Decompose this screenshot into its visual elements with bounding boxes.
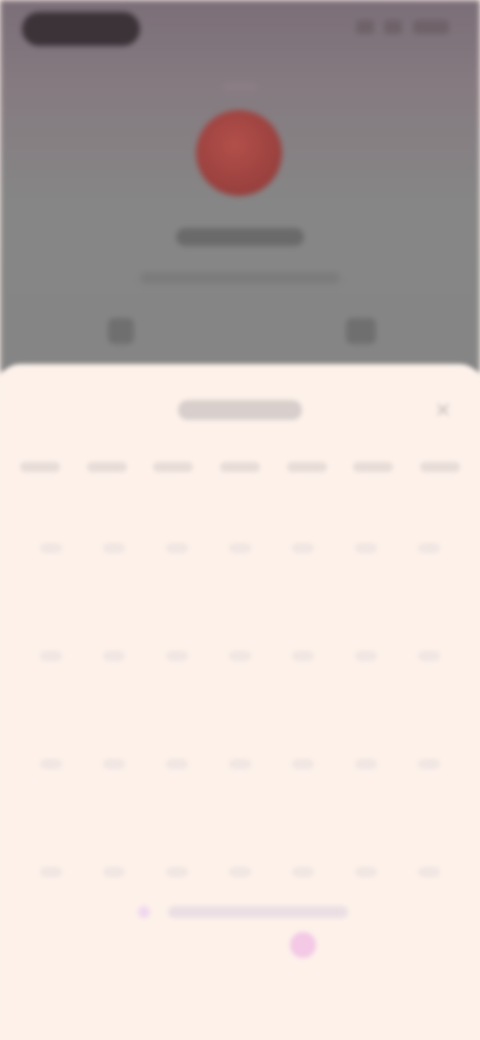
calendar-day[interactable] [209,710,272,818]
hero-subtitle-placeholder [140,272,340,284]
day-placeholder [354,867,377,877]
calendar-day[interactable] [83,710,146,818]
sheet-header: ✕ [0,392,480,432]
day-placeholder [166,651,189,661]
calendar-day[interactable] [334,494,397,602]
signal-icon [356,19,374,34]
calendar-day[interactable] [20,818,83,926]
close-icon[interactable]: ✕ [432,400,454,422]
calendar-day[interactable] [397,710,460,818]
calendar-day[interactable] [271,710,334,818]
day-placeholder [103,759,126,769]
calendar-day[interactable] [146,710,209,818]
calendar-day[interactable] [20,494,83,602]
calendar-day[interactable] [397,602,460,710]
day-placeholder [417,543,440,553]
day-placeholder [354,759,377,769]
day-placeholder [166,759,189,769]
calendar-day[interactable] [209,602,272,710]
calendar-day[interactable] [83,602,146,710]
calendar-day[interactable] [83,494,146,602]
day-placeholder [103,867,126,877]
day-placeholder [40,759,63,769]
day-placeholder [417,651,440,661]
legend-row [128,900,352,924]
day-placeholder [228,651,251,661]
day-placeholder [354,543,377,553]
calendar-day[interactable] [334,710,397,818]
day-placeholder [166,867,189,877]
day-placeholder [103,651,126,661]
legend-dot-icon [138,906,150,918]
left-action-icon[interactable] [108,318,134,344]
weekday-label [286,462,327,472]
day-placeholder [417,867,440,877]
dimmed-background[interactable] [0,0,480,372]
calendar-day[interactable] [209,494,272,602]
weekday-label [20,462,60,472]
day-placeholder [228,759,251,769]
calendar-day[interactable] [271,494,334,602]
hero-title-placeholder [176,228,304,246]
app-screen: ✕ [0,0,480,1040]
calendar-day[interactable] [271,602,334,710]
day-placeholder [291,543,314,553]
wifi-icon [384,19,403,34]
day-placeholder [40,867,63,877]
weekday-label [219,462,260,472]
weekday-row [20,458,460,478]
battery-icon [412,19,449,34]
weekday-label [153,462,194,472]
day-placeholder [354,651,377,661]
status-bar [0,0,480,60]
day-placeholder [291,651,314,661]
calendar-day[interactable] [334,602,397,710]
calendar-day[interactable] [20,710,83,818]
calendar-day[interactable] [20,602,83,710]
day-placeholder [40,651,63,661]
avatar[interactable] [196,110,282,196]
weekday-label [419,462,460,472]
day-placeholder [40,543,63,553]
selected-day-marker[interactable] [290,932,316,958]
day-placeholder [417,759,440,769]
day-placeholder [103,543,126,553]
weekday-label [86,462,127,472]
day-placeholder [228,543,251,553]
status-icons [350,18,450,40]
legend-label-placeholder [168,906,348,918]
day-placeholder [166,543,189,553]
bottom-sheet: ✕ [0,364,480,1040]
status-pill [22,12,140,46]
calendar-day[interactable] [397,818,460,926]
calendar-day[interactable] [397,494,460,602]
right-action-icon[interactable] [346,318,376,344]
hero-label-placeholder [222,82,258,92]
calendar-day[interactable] [146,602,209,710]
calendar-day[interactable] [146,494,209,602]
day-placeholder [228,867,251,877]
day-placeholder [291,867,314,877]
weekday-label [353,462,394,472]
sheet-title-placeholder [178,400,302,420]
day-placeholder [291,759,314,769]
calendar-grid [20,494,460,924]
